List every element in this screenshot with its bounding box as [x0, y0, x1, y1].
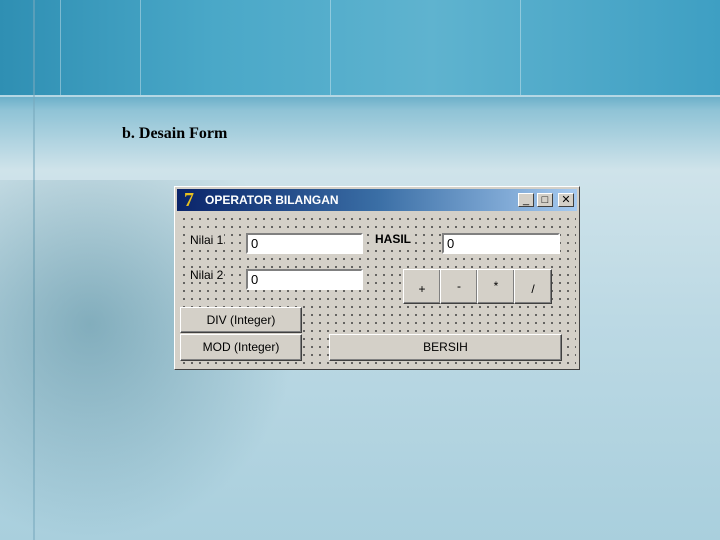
minimize-button[interactable]: _ [518, 193, 534, 207]
multiply-button[interactable]: * [477, 269, 515, 304]
close-button[interactable]: ✕ [558, 193, 574, 207]
title-bar[interactable]: 7 OPERATOR BILANGAN _ □ ✕ [177, 189, 577, 211]
background-divider [0, 95, 720, 97]
hasil-output[interactable]: 0 [442, 233, 560, 254]
plus-button[interactable]: + [403, 269, 441, 304]
nilai2-input[interactable]: 0 [246, 269, 363, 290]
bersih-button[interactable]: BERSIH [329, 334, 562, 361]
app-window: 7 OPERATOR BILANGAN _ □ ✕ Nilai 1 0 HASI… [174, 186, 580, 370]
background-top-band [0, 0, 720, 95]
div-integer-button[interactable]: DIV (Integer) [180, 307, 302, 333]
divide-button[interactable]: / [514, 269, 552, 304]
slide-heading: b. Desain Form [122, 125, 228, 142]
form-client-area: Nilai 1 0 HASIL 0 Nilai 2 0 + - * / DIV … [178, 213, 576, 366]
maximize-button[interactable]: □ [537, 193, 553, 207]
minus-button[interactable]: - [440, 269, 478, 304]
window-title: OPERATOR BILANGAN [205, 193, 339, 207]
nilai1-input[interactable]: 0 [246, 233, 363, 254]
mod-integer-button[interactable]: MOD (Integer) [180, 334, 302, 361]
nilai1-label: Nilai 1 [189, 233, 225, 247]
app-icon[interactable]: 7 [180, 190, 198, 210]
nilai2-label: Nilai 2 [189, 268, 225, 282]
hasil-label: HASIL [374, 232, 412, 246]
